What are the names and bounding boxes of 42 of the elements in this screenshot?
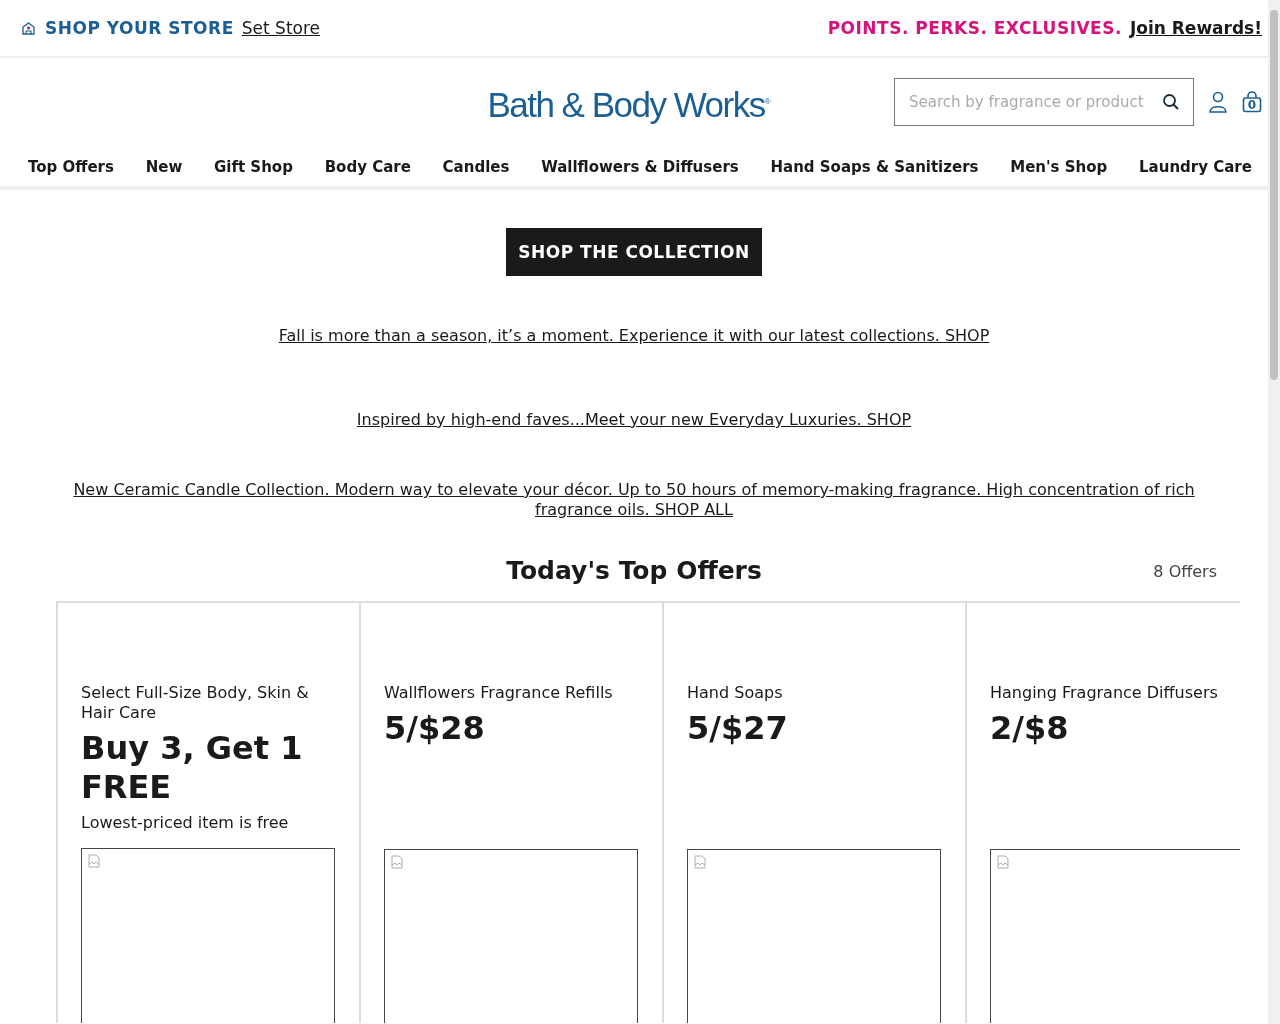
offer-count: 8 Offers — [1153, 562, 1217, 581]
nav-item[interactable]: Wallflowers & Diffusers — [541, 158, 739, 176]
store-label: SHOP YOUR STORE — [45, 18, 234, 38]
offer-deal: Buy 3, Get 1 FREE — [81, 729, 304, 807]
join-rewards-link[interactable]: Join Rewards! — [1129, 18, 1262, 38]
shop-collection-button[interactable]: SHOP THE COLLECTION — [506, 228, 762, 276]
section-title: Today's Top Offers — [506, 556, 762, 585]
nav-item[interactable]: Candles — [442, 158, 510, 176]
nav-item[interactable]: Laundry Care — [1139, 158, 1252, 176]
nav-item[interactable]: Men's Shop — [1010, 158, 1108, 176]
account-icon[interactable] — [1208, 91, 1228, 113]
nav-item[interactable]: Hand Soaps & Sanitizers — [770, 158, 979, 176]
offer-category: Wallflowers Fragrance Refills — [384, 683, 614, 703]
promo-link[interactable]: Inspired by high-end faves...Meet your new Everyday Luxuries. SHOP — [356, 410, 912, 430]
nav-item[interactable]: New — [145, 158, 183, 176]
offer-category: Hanging Fragrance Diffusers — [990, 683, 1219, 703]
broken-image-icon — [391, 855, 403, 869]
promo-link[interactable]: Fall is more than a season, it’s a moment. Experience it with our latest collections. SHOP — [278, 326, 990, 346]
offer-category: Select Full-Size Body, Skin & Hair Care — [81, 683, 310, 723]
promo-link[interactable]: New Ceramic Candle Collection. Modern way to elevate your décor. Up to 50 hours of memory-making fragrance. High concentration of rich fragrance oils. SHOP ALL — [59, 480, 1209, 520]
offer-deal: 5/$28 — [384, 709, 486, 748]
offer-card[interactable]: Select Full-Size Body, Skin & Hair Care Buy 3, Get 1 FREE Lowest-priced item is free — [56, 603, 359, 1023]
set-store-link[interactable]: Set Store — [241, 18, 321, 38]
offer-card[interactable]: Wallflowers Fragrance Refills 5/$28 — [359, 603, 662, 1023]
search-icon[interactable] — [1162, 93, 1180, 111]
rewards-label: POINTS. PERKS. EXCLUSIVES. — [827, 18, 1122, 38]
offer-deal: 5/$27 — [687, 709, 789, 748]
offer-deal: 2/$8 — [990, 709, 1070, 748]
broken-image-icon — [694, 855, 706, 869]
broken-image-icon — [88, 854, 100, 868]
broken-image-icon — [997, 855, 1009, 869]
nav-item[interactable]: Body Care — [324, 158, 411, 176]
search-field[interactable]: Search by fragrance or product — [894, 78, 1194, 126]
nav-item[interactable]: Gift Shop — [214, 158, 293, 176]
store-icon — [22, 21, 35, 35]
offer-card[interactable]: Hand Soaps 5/$27 — [662, 603, 965, 1023]
nav-item[interactable]: Top Offers — [28, 158, 114, 176]
scrollbar-thumb[interactable] — [1270, 10, 1278, 380]
scrollbar[interactable] — [1268, 0, 1280, 1024]
logo[interactable]: Bath & Body Works$^{®}$ — [487, 85, 771, 125]
offer-note: Lowest-priced item is free — [81, 813, 290, 832]
offer-category: Hand Soaps — [687, 683, 784, 703]
